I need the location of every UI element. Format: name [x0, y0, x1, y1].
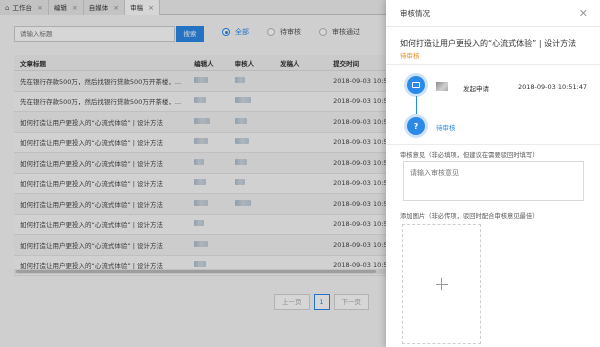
timeline-connector [416, 96, 417, 115]
article-title: 如何打造让用户更投入的“心流式体验” | 设计方法 [400, 39, 577, 48]
step-submit-time: 2018-09-03 10:51:47 [518, 83, 588, 91]
image-upload-label: 添加图片（非必传项，驳回时配合审核意见最佳） [400, 213, 539, 220]
drawer-title: 审核情况 [400, 8, 430, 18]
close-icon[interactable]: ✕ [579, 8, 588, 19]
step-pending-label: 待审核 [436, 124, 456, 132]
divider [386, 144, 600, 145]
opinion-label: 审核意见（非必填项，但建议在需要驳回时填写） [400, 152, 539, 159]
drawer-header: 审核情况 ✕ [386, 0, 600, 27]
step-submit-node [404, 73, 428, 97]
divider [386, 64, 600, 65]
document-icon [412, 82, 420, 88]
question-icon: ? [404, 114, 428, 138]
opinion-textarea[interactable] [403, 161, 584, 201]
plus-icon [435, 278, 448, 290]
review-drawer: 审核情况 ✕ 如何打造让用户更投入的“心流式体验” | 设计方法 待审核 发起申… [386, 0, 600, 347]
avatar [436, 82, 448, 91]
status-badge: 待审核 [400, 52, 420, 60]
image-upload-button[interactable] [402, 224, 481, 344]
step-submit-label: 发起申请 [463, 85, 489, 93]
modal-overlay[interactable] [0, 0, 386, 347]
